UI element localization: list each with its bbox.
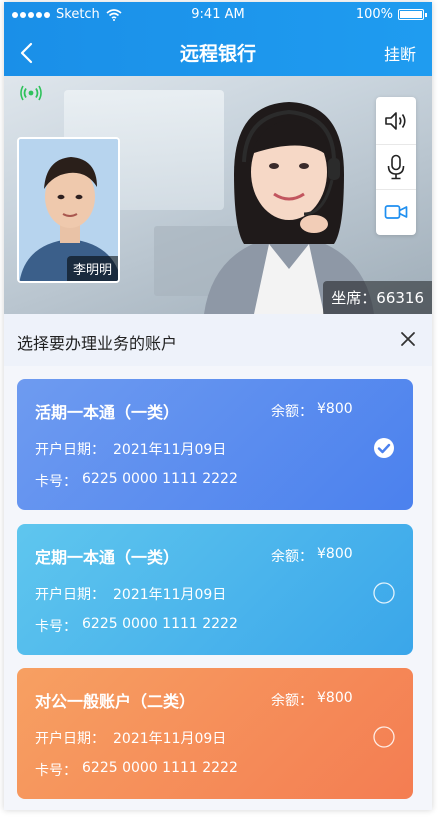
speaker-button[interactable] [376,99,416,143]
sheet-header: 选择要办理业务的账户 [4,314,432,366]
card-number-value: 6225 0000 1111 2222 [82,471,238,487]
self-video-thumbnail[interactable]: 李明明 [17,137,120,283]
open-date-label: 开户日期： [35,587,105,603]
account-card[interactable]: 对公一般账户（二类） 余额： ¥800 开户日期： 2021年11月09日 卡号… [17,668,413,799]
unchecked-circle-icon[interactable] [372,725,396,749]
video-call-area: 李明明 坐席：66316 [4,76,432,314]
sheet-title: 选择要办理业务的账户 [17,334,178,353]
hangup-button[interactable]: 挂断 [384,41,416,65]
card-number-label: 卡号： [35,619,77,635]
status-right: 100% [355,7,427,22]
status-bar: Sketch 9:41 AM 100% [4,2,432,28]
account-card[interactable]: 活期一本通（一类） 余额： ¥800 开户日期： 2021年11月09日 卡号：… [17,379,413,510]
card-number-value: 6225 0000 1111 2222 [82,616,238,632]
balance-value: ¥800 [317,401,353,417]
microphone-icon [387,154,405,179]
balance-label: 余额： [271,549,313,565]
open-date-value: 2021年11月09日 [113,731,227,747]
card-number-value: 6225 0000 1111 2222 [82,760,238,776]
account-name: 定期一本通（一类） [35,548,180,567]
card-number-label: 卡号： [35,763,77,779]
balance-value: ¥800 [317,690,353,706]
checked-circle-icon[interactable] [372,436,396,460]
nav-bar: 远程银行 挂断 [4,28,432,76]
battery-icon [398,9,427,20]
account-name: 对公一般账户（二类） [35,692,196,711]
open-date-value: 2021年11月09日 [113,442,227,458]
seat-number-label: 坐席：66316 [323,281,432,314]
top-bar: Sketch 9:41 AM 100% 远程银行 挂断 [4,2,432,76]
balance-label: 余额： [271,693,313,709]
card-number-label: 卡号： [35,474,77,490]
microphone-button[interactable] [376,144,416,188]
signal-indicator-icon [20,85,42,101]
self-name-label: 李明明 [66,256,118,281]
open-date-value: 2021年11月09日 [113,587,227,603]
battery-label: 100% [355,7,393,22]
camera-icon [384,204,408,219]
page-title: 远程银行 [179,43,256,65]
account-card[interactable]: 定期一本通（一类） 余额： ¥800 开户日期： 2021年11月09日 卡号：… [17,524,413,655]
camera-button[interactable] [376,189,416,233]
open-date-label: 开户日期： [35,442,105,458]
account-name: 活期一本通（一类） [35,403,180,422]
speaker-icon [385,112,406,130]
phone-frame: Sketch 9:41 AM 100% 远程银行 挂断 李明明 坐席：66316… [4,2,432,810]
open-date-label: 开户日期： [35,731,105,747]
call-controls [376,97,416,235]
balance-value: ¥800 [317,546,353,562]
unchecked-circle-icon[interactable] [372,581,396,605]
balance-label: 余额： [271,404,313,420]
close-icon[interactable] [396,327,420,351]
account-select-sheet: 选择要办理业务的账户 活期一本通（一类） 余额： ¥800 开户日期： 2021… [4,314,432,810]
